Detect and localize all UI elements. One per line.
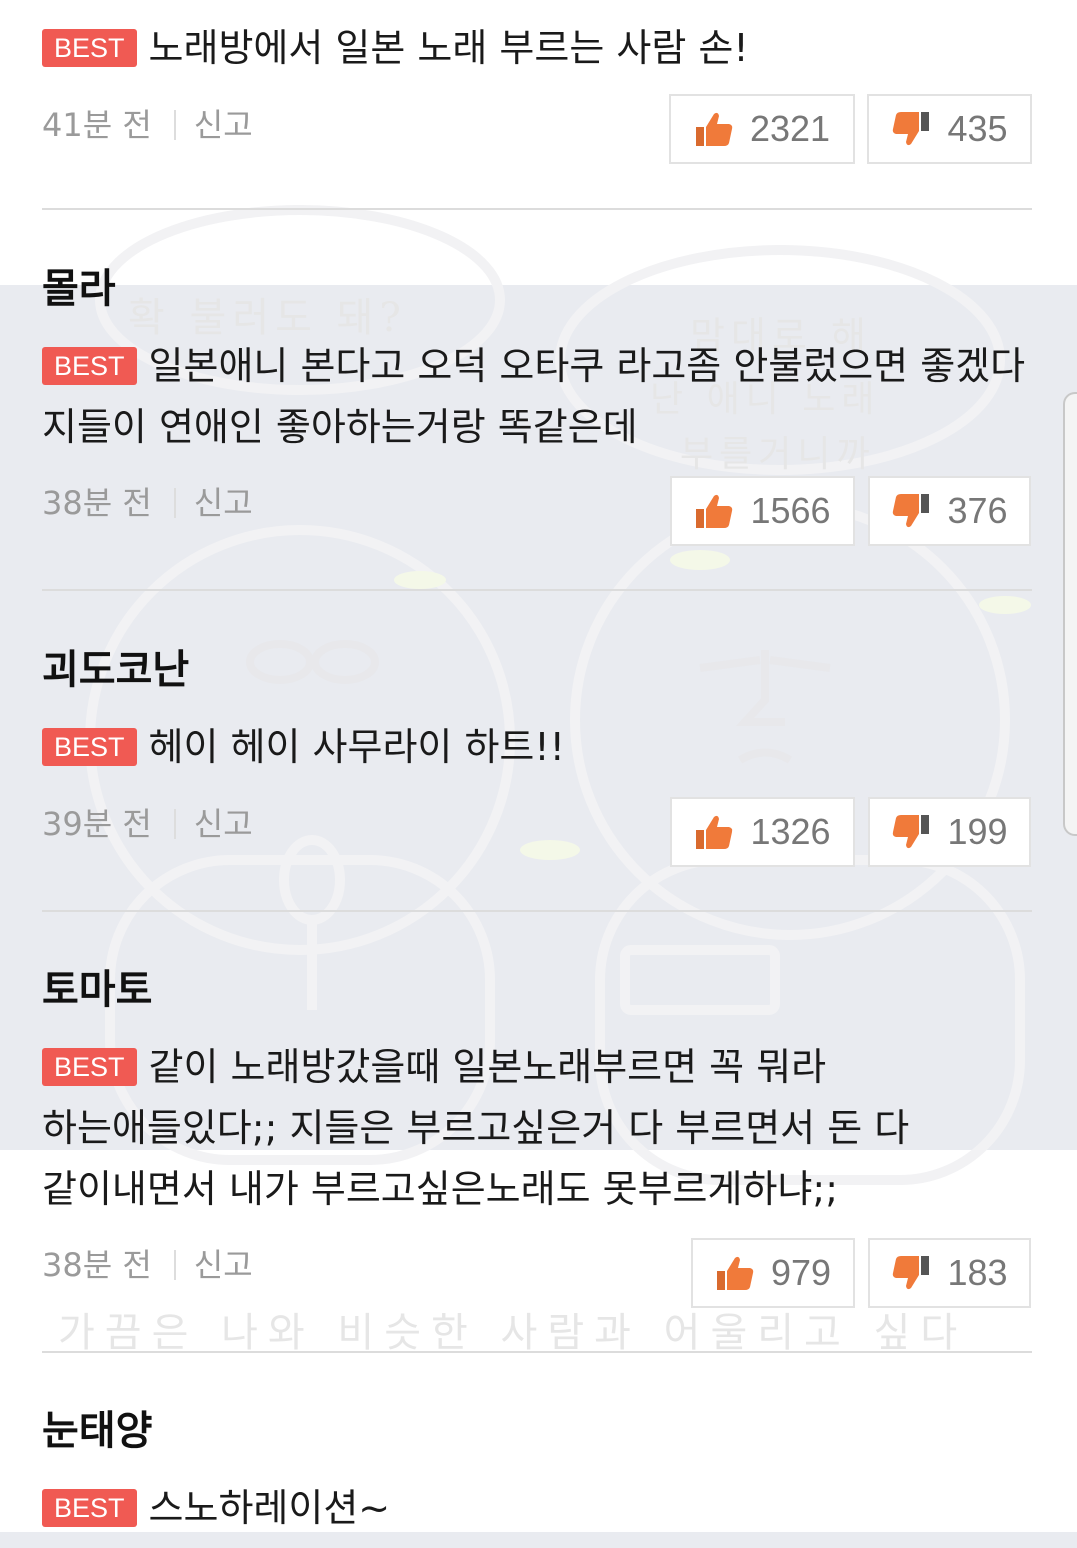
meta-separator [173,809,176,839]
comment-text: 일본애니 본다고 오덕 오타쿠 라고좀 안불렀으면 좋겠다 지들이 연애인 좋아… [42,344,1026,449]
comment-username[interactable]: 몰라 [42,264,1032,314]
comment-text-block: BEST 노래방에서 일본 노래 부르는 사람 손! [42,18,1032,79]
report-link[interactable]: 신고 [194,484,253,522]
comment-meta: 38분 전 신고 [42,478,253,524]
comment-meta: 39분 전 신고 [42,799,253,845]
dislike-button[interactable]: 183 [868,1238,1031,1308]
thumbs-up-icon [696,494,733,528]
like-count: 979 [770,1252,832,1293]
watermark-line-5: 가끔은 나와 비슷한 사람과 어울리고 싶다 [58,1310,968,1356]
comment-item: 몰라 BEST 일본애니 본다고 오덕 오타쿠 라고좀 안불렀으면 좋겠다 지들이… [42,264,1032,522]
comment-text: 노래방에서 일본 노래 부르는 사람 손! [148,26,749,70]
best-badge: BEST [42,728,137,766]
thumbs-up-icon [695,112,733,146]
comment-time: 38분 전 [42,1246,152,1284]
like-button[interactable]: 1326 [670,797,855,867]
comment-text: 같이 노래방갔을때 일본노래부르면 꼭 뭐라 하는애들있다;; 지들은 부르고싶… [42,1045,910,1211]
scrollbar[interactable] [1063,392,1077,836]
comment-item: 눈태양 BEST 스노하레이션~ [42,1406,1032,1539]
thumbs-up-icon [696,815,733,849]
comment-time: 39분 전 [42,805,152,843]
thumbs-down-icon [893,112,930,146]
dislike-button[interactable]: 199 [868,797,1031,867]
like-button[interactable]: 2321 [669,94,855,164]
best-badge: BEST [42,1048,137,1086]
dislike-button[interactable]: 376 [868,476,1031,546]
dislike-count: 435 [947,108,1008,149]
comment-item: 괴도코난 BEST 헤이 헤이 사무라이 하트!! 39분 전 신고 [42,645,1032,843]
best-badge: BEST [42,347,137,385]
divider [42,589,1032,591]
comment-username[interactable]: 눈태양 [42,1406,1032,1456]
thumbs-down-icon [893,1256,930,1290]
report-link[interactable]: 신고 [194,805,253,843]
dislike-count: 199 [947,811,1008,852]
like-count: 2321 [749,108,831,149]
meta-separator [173,110,176,140]
dislike-count: 183 [947,1252,1008,1293]
dislike-button[interactable]: 435 [867,94,1032,164]
best-badge: BEST [42,29,137,67]
thumbs-down-icon [893,494,930,528]
like-button[interactable]: 1566 [670,476,855,546]
report-link[interactable]: 신고 [194,1246,253,1284]
like-count: 1566 [750,490,831,531]
comment-text: 스노하레이션~ [148,1486,391,1530]
divider [42,910,1032,912]
thumbs-up-icon [716,1256,754,1290]
comment-time: 38분 전 [42,484,152,522]
like-count: 1326 [750,811,831,852]
comment-item: BEST 노래방에서 일본 노래 부르는 사람 손! 41분 전 신고 [42,18,1032,144]
thumbs-down-icon [893,815,930,849]
comment-text-block: BEST 같이 노래방갔을때 일본노래부르면 꼭 뭐라 하는애들있다;; 지들은 … [42,1037,1032,1220]
comment-text-block: BEST 스노하레이션~ [42,1478,1032,1539]
comment-meta: 41분 전 신고 [42,100,253,146]
best-badge: BEST [42,1489,137,1527]
meta-separator [173,488,176,518]
comment-text-block: BEST 헤이 헤이 사무라이 하트!! [42,717,1032,778]
comment-item: 토마토 BEST 같이 노래방갔을때 일본노래부르면 꼭 뭐라 하는애들있다;; … [42,965,1032,1284]
comment-time: 41분 전 [42,106,152,144]
comment-text-block: BEST 일본애니 본다고 오덕 오타쿠 라고좀 안불렀으면 좋겠다 지들이 연애… [42,336,1032,458]
comment-username[interactable]: 토마토 [42,965,1032,1015]
report-link[interactable]: 신고 [194,106,253,144]
comment-username[interactable]: 괴도코난 [42,645,1032,695]
divider [42,1351,1032,1353]
divider [42,208,1032,210]
comment-text: 헤이 헤이 사무라이 하트!! [148,725,565,769]
dislike-count: 376 [947,490,1008,531]
like-button[interactable]: 979 [691,1238,855,1308]
meta-separator [173,1250,176,1280]
comment-meta: 38분 전 신고 [42,1240,253,1286]
